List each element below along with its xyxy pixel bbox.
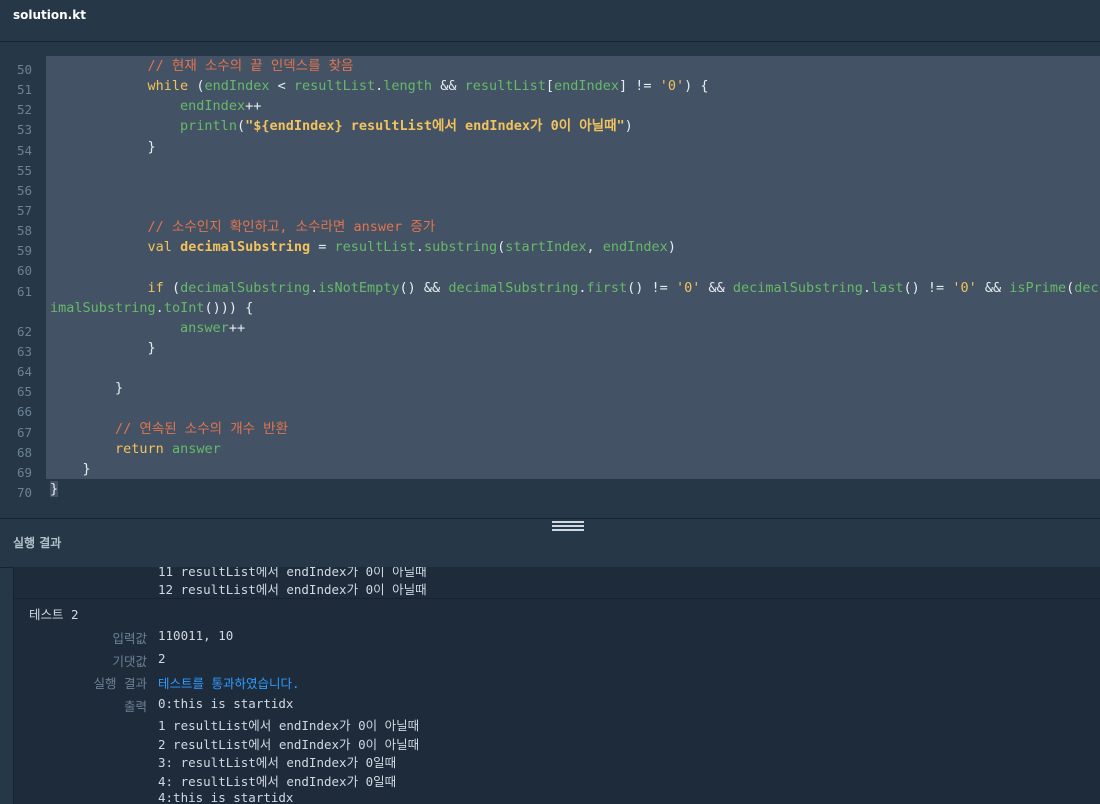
chevron-right-icon: › [138, 696, 146, 710]
line-number: 60 [16, 263, 32, 279]
divider [14, 598, 1100, 599]
code-editor[interactable]: 50 51 52 53 54 55 56 57 58 59 60 61 62 6… [0, 42, 1100, 517]
code-line: return answer [46, 438, 1100, 459]
line-number: 58 [16, 223, 32, 239]
line-number: 54 [16, 142, 32, 158]
tab-bar: solution.kt [0, 0, 1100, 42]
code-line: } [46, 337, 1100, 359]
line-gutter: 50 51 52 53 54 55 56 57 58 59 60 61 62 6… [0, 60, 46, 503]
row-value: 0:this is startidx [158, 696, 294, 711]
code-line: answer++ [46, 317, 1100, 338]
row-value: 2 [158, 651, 166, 666]
code-line: println("${endIndex} resultList에서 endInd… [46, 116, 1100, 137]
line-number: 51 [16, 82, 32, 98]
chevron-right-icon: › [138, 673, 146, 687]
result-panel-header: 실행 결과 [0, 518, 1100, 568]
code-line [46, 176, 1100, 197]
code-line [46, 398, 1100, 419]
result-row-input: 입력값 › 110011, 10 [14, 628, 1100, 650]
output-line: 1 resultList에서 endIndex가 0이 아닐때 [158, 718, 420, 733]
line-number: 62 [16, 323, 32, 339]
code-line: while (endIndex < resultList.length && r… [46, 76, 1100, 97]
test-case-title: 테스트 2 [29, 607, 79, 622]
code-line [46, 257, 1100, 278]
line-number: 66 [16, 404, 32, 420]
code-line: if (decimalSubstring.isNotEmpty() && dec… [46, 277, 1100, 318]
code-line: endIndex++ [46, 96, 1100, 117]
code-line [46, 156, 1100, 177]
line-number: 50 [16, 62, 32, 77]
result-row-expected: 기댓값 › 2 [14, 651, 1100, 673]
chevron-right-icon: › [138, 651, 146, 665]
line-number: 70 [16, 484, 32, 500]
output-line: 12 resultList에서 endIndex가 0이 아닐때 [158, 582, 427, 597]
line-number: 63 [16, 343, 32, 359]
line-number: 69 [16, 464, 32, 480]
line-number: 67 [16, 424, 32, 440]
output-line: 4:this is startidx [158, 790, 294, 804]
code-line: } [50, 480, 59, 497]
line-number: 64 [16, 364, 32, 380]
line-number: 65 [16, 384, 32, 400]
panel-resize-handle[interactable] [552, 521, 584, 531]
row-value: 110011, 10 [158, 628, 234, 643]
line-number: 56 [16, 182, 32, 198]
result-row-status: 실행 결과 › 테스트를 통과하였습니다. [14, 673, 1100, 695]
code-line [46, 196, 1100, 218]
line-number: 53 [16, 122, 32, 138]
pass-message: 테스트를 통과하였습니다. [158, 676, 300, 691]
line-number: 55 [16, 162, 32, 178]
code-line: // 소수인지 확인하고, 소수라면 answer 증가 [46, 217, 1100, 238]
code-area[interactable]: // 현재 소수의 끝 인덱스를 찾음 while (endIndex < re… [46, 56, 1100, 499]
line-number: 68 [16, 444, 32, 460]
code-line: // 연속된 소수의 개수 반환 [46, 418, 1100, 439]
line-number: 52 [16, 102, 32, 118]
file-tab[interactable]: solution.kt [13, 8, 86, 22]
result-output[interactable]: 11 resultList에서 endIndex가 0이 아닐때 12 resu… [13, 567, 1100, 804]
line-number: 59 [16, 243, 32, 259]
output-line: 4: resultList에서 endIndex가 0일때 [158, 774, 397, 789]
code-line: val decimalSubstring = resultList.substr… [46, 237, 1100, 258]
output-line: 3: resultList에서 endIndex가 0일때 [158, 755, 397, 770]
output-line: 2 resultList에서 endIndex가 0이 아닐때 [158, 737, 420, 752]
line-number: 61 [16, 283, 32, 299]
code-line: } [46, 458, 1100, 479]
code-line [46, 358, 1100, 379]
chevron-right-icon: › [138, 628, 146, 642]
code-line: } [46, 136, 1100, 157]
code-line: } [46, 378, 1100, 399]
result-title: 실행 결과 [13, 536, 62, 550]
code-line: // 현재 소수의 끝 인덱스를 찾음 [46, 56, 1100, 77]
line-number: 57 [16, 202, 32, 218]
